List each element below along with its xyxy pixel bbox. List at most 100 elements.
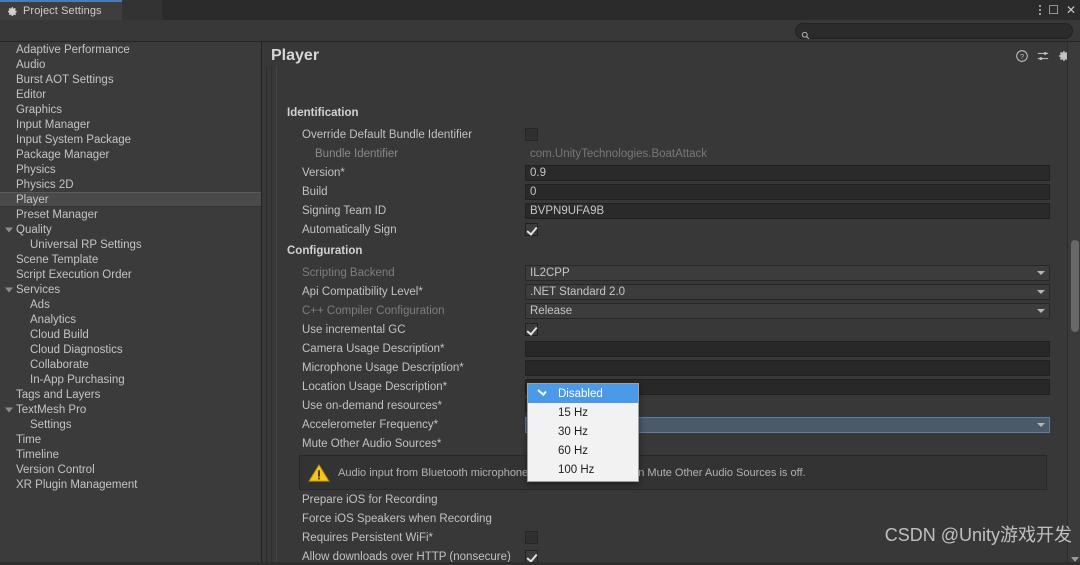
sidebar-item-collaborate[interactable]: Collaborate: [0, 357, 261, 372]
chevron-down-icon[interactable]: [1037, 290, 1045, 294]
sidebar-item-time[interactable]: Time: [0, 432, 261, 447]
sidebar-item-cloud-build[interactable]: Cloud Build: [0, 327, 261, 342]
dropdown-option[interactable]: 30 Hz: [528, 422, 638, 441]
close-icon[interactable]: ✕: [1066, 4, 1076, 16]
sidebar-item-input-manager[interactable]: Input Manager: [0, 117, 261, 132]
dropdown-option[interactable]: Disabled: [528, 384, 638, 403]
gear-icon: [7, 6, 18, 17]
chevron-down-icon[interactable]: [5, 287, 13, 292]
row-label: Accelerometer Frequency*: [302, 419, 438, 431]
window-tab-bar: Project Settings ☐ ✕: [0, 0, 1080, 20]
scrollbar-thumb[interactable]: [1071, 240, 1079, 332]
sidebar-item-tags-and-layers[interactable]: Tags and Layers: [0, 387, 261, 402]
dropdown-field[interactable]: .NET Standard 2.0: [525, 284, 1050, 300]
dropdown-option[interactable]: 100 Hz: [528, 460, 638, 479]
sidebar-item-textmesh-pro[interactable]: TextMesh Pro: [0, 402, 261, 417]
dropdown-option-label: 30 Hz: [558, 426, 588, 438]
row-label: Force iOS Speakers when Recording: [302, 513, 492, 525]
row-label: Build: [302, 186, 328, 198]
dropdown-option[interactable]: 15 Hz: [528, 403, 638, 422]
sidebar-item-player[interactable]: Player: [0, 192, 261, 207]
settings-row: Location Usage Description*: [263, 378, 1080, 397]
row-label: Scripting Backend: [302, 267, 395, 279]
page-title: Player: [271, 47, 319, 65]
settings-row: Force iOS Speakers when Recording: [263, 510, 1080, 529]
sidebar-item-label: Services: [16, 284, 60, 296]
sidebar-item-audio[interactable]: Audio: [0, 57, 261, 72]
text-field[interactable]: BVPN9UFA9B: [525, 203, 1050, 219]
sidebar-item-adaptive-performance[interactable]: Adaptive Performance: [0, 42, 261, 57]
checkbox[interactable]: [525, 323, 538, 336]
sidebar-item-label: Graphics: [16, 104, 62, 116]
vertical-scrollbar[interactable]: [1067, 42, 1080, 565]
sidebar-item-input-system-package[interactable]: Input System Package: [0, 132, 261, 147]
checkbox[interactable]: [525, 531, 538, 544]
settings-row: Scripting Backend IL2CPP: [263, 264, 1080, 283]
help-icon[interactable]: ?: [1016, 49, 1028, 67]
row-label: Override Default Bundle Identifier: [302, 129, 472, 141]
chevron-down-icon[interactable]: [1037, 423, 1045, 427]
dropdown-field: IL2CPP: [525, 265, 1050, 281]
sidebar-item-quality[interactable]: Quality: [0, 222, 261, 237]
accelerometer-frequency-dropdown[interactable]: Disabled 15 Hz 30 Hz 60 Hz 100 Hz: [527, 383, 639, 482]
text-field[interactable]: [525, 341, 1050, 357]
sidebar-item-scene-template[interactable]: Scene Template: [0, 252, 261, 267]
sidebar-item-burst-aot-settings[interactable]: Burst AOT Settings: [0, 72, 261, 87]
sidebar-item-label: Cloud Diagnostics: [30, 344, 123, 356]
sidebar-item-version-control[interactable]: Version Control: [0, 462, 261, 477]
sidebar-item-cloud-diagnostics[interactable]: Cloud Diagnostics: [0, 342, 261, 357]
dropdown-option-label: 60 Hz: [558, 445, 588, 457]
preset-icon[interactable]: [1037, 49, 1049, 67]
settings-row: Camera Usage Description*: [263, 340, 1080, 359]
sidebar-item-editor[interactable]: Editor: [0, 87, 261, 102]
sidebar-item-in-app-purchasing[interactable]: In-App Purchasing: [0, 372, 261, 387]
sidebar-item-analytics[interactable]: Analytics: [0, 312, 261, 327]
sidebar-item-label: Physics: [16, 164, 56, 176]
settings-row: Api Compatibility Level*.NET Standard 2.…: [263, 283, 1080, 302]
sidebar-item-label: Ads: [30, 299, 50, 311]
sidebar-item-label: In-App Purchasing: [30, 374, 125, 386]
sidebar-item-universal-rp-settings[interactable]: Universal RP Settings: [0, 237, 261, 252]
sidebar-item-xr-plugin-management[interactable]: XR Plugin Management: [0, 477, 261, 492]
settings-row: Prepare iOS for Recording: [263, 491, 1080, 510]
kebab-menu-icon[interactable]: [1039, 5, 1041, 15]
sidebar-item-settings[interactable]: Settings: [0, 417, 261, 432]
sidebar-item-label: Burst AOT Settings: [16, 74, 114, 86]
dropdown-value: .NET Standard 2.0: [530, 286, 625, 298]
sidebar-item-script-execution-order[interactable]: Script Execution Order: [0, 267, 261, 282]
settings-row: Override Default Bundle Identifier: [263, 126, 1080, 145]
checkbox[interactable]: [525, 223, 538, 236]
chevron-down-icon[interactable]: [5, 227, 13, 232]
dropdown-option-label: 15 Hz: [558, 407, 588, 419]
sidebar-item-physics[interactable]: Physics: [0, 162, 261, 177]
sidebar-item-label: Audio: [16, 59, 45, 71]
chevron-down-icon[interactable]: [1037, 271, 1045, 275]
chevron-down-icon[interactable]: [1037, 309, 1045, 313]
checkbox[interactable]: [525, 128, 538, 141]
search-row: [0, 20, 1080, 42]
sidebar-item-label: Input System Package: [16, 134, 131, 146]
sidebar-item-label: Quality: [16, 224, 52, 236]
sidebar-item-timeline[interactable]: Timeline: [0, 447, 261, 462]
sidebar-item-preset-manager[interactable]: Preset Manager: [0, 207, 261, 222]
sidebar-item-label: Scene Template: [16, 254, 98, 266]
text-field[interactable]: [525, 360, 1050, 376]
sidebar-item-graphics[interactable]: Graphics: [0, 102, 261, 117]
search-box[interactable]: [795, 23, 1073, 39]
tab-project-settings[interactable]: Project Settings: [0, 0, 122, 20]
text-field[interactable]: 0: [525, 184, 1050, 200]
sidebar-item-physics-2d[interactable]: Physics 2D: [0, 177, 261, 192]
settings-row: Build 0: [263, 183, 1080, 202]
check-icon: [537, 387, 546, 396]
chevron-down-icon[interactable]: [5, 407, 13, 412]
dropdown-option[interactable]: 60 Hz: [528, 441, 638, 460]
sidebar-item-package-manager[interactable]: Package Manager: [0, 147, 261, 162]
settings-row: C++ Compiler ConfigurationRelease: [263, 302, 1080, 321]
maximize-icon[interactable]: ☐: [1048, 4, 1059, 16]
sidebar-item-ads[interactable]: Ads: [0, 297, 261, 312]
sidebar-item-services[interactable]: Services: [0, 282, 261, 297]
settings-sidebar[interactable]: Adaptive Performance Audio Burst AOT Setti…: [0, 42, 262, 565]
search-input[interactable]: [812, 26, 1072, 37]
text-field[interactable]: 0.9: [525, 165, 1050, 181]
svg-text:?: ?: [1020, 52, 1024, 61]
